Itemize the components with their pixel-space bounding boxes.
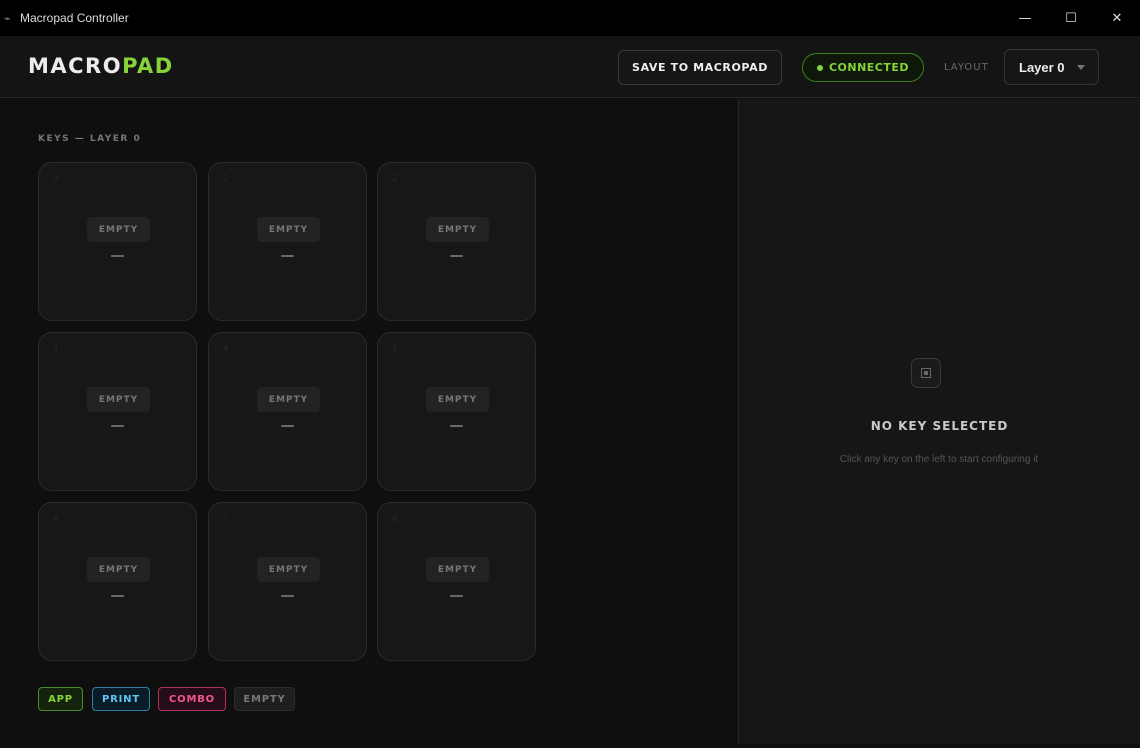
window-controls: — ☐ ✕ <box>1002 0 1140 36</box>
key-2[interactable]: 2 EMPTY — <box>377 162 536 321</box>
key-value: — <box>449 418 464 434</box>
key-type-tag: EMPTY <box>87 217 150 242</box>
key-6[interactable]: 6 EMPTY — <box>38 502 197 661</box>
key-8[interactable]: 8 EMPTY — <box>377 502 536 661</box>
key-value: — <box>110 418 125 434</box>
key-index: 4 <box>223 344 229 353</box>
key-index: 3 <box>53 344 59 353</box>
key-type-tag: EMPTY <box>426 387 489 412</box>
key-index: 5 <box>392 344 398 353</box>
logo-part-pad: PAD <box>122 54 174 78</box>
chevron-down-icon <box>1077 65 1085 70</box>
key-index: 8 <box>392 514 398 523</box>
no-key-selected-description: Click any key on the left to start confi… <box>839 454 1039 465</box>
app-header: MACROPAD SAVE TO MACROPAD CONNECTED LAYO… <box>0 36 1140 98</box>
maximize-button[interactable]: ☐ <box>1048 0 1094 36</box>
connection-status-badge: CONNECTED <box>802 53 924 82</box>
legend-print-badge: PRINT <box>92 687 150 711</box>
key-type-tag: EMPTY <box>257 557 320 582</box>
key-index: 0 <box>53 174 59 183</box>
key-index: 6 <box>53 514 59 523</box>
key-value: — <box>449 588 464 604</box>
key-value: — <box>449 248 464 264</box>
key-type-tag: EMPTY <box>426 217 489 242</box>
connection-status-label: CONNECTED <box>828 61 910 74</box>
key-type-tag: EMPTY <box>257 217 320 242</box>
key-placeholder-icon <box>911 358 941 388</box>
legend-empty-badge: EMPTY <box>234 687 295 711</box>
key-value: — <box>280 588 295 604</box>
logo-part-macro: MACRO <box>28 54 123 78</box>
layout-label: LAYOUT <box>944 62 989 73</box>
key-index: 7 <box>223 514 229 523</box>
window-title: Macropad Controller <box>20 11 129 25</box>
key-7[interactable]: 7 EMPTY — <box>208 502 367 661</box>
key-value: — <box>110 588 125 604</box>
key-5[interactable]: 5 EMPTY — <box>377 332 536 491</box>
key-value: — <box>110 248 125 264</box>
legend-app-badge: APP <box>38 687 83 711</box>
minimize-button[interactable]: — <box>1002 0 1048 36</box>
layer-select-value: Layer 0 <box>1019 59 1065 75</box>
key-type-tag: EMPTY <box>426 557 489 582</box>
key-0[interactable]: 0 EMPTY — <box>38 162 197 321</box>
key-detail-panel: NO KEY SELECTED Click any key on the lef… <box>738 99 1140 744</box>
key-value: — <box>280 248 295 264</box>
key-index: 2 <box>392 174 398 183</box>
title-bar: ⌁ Macropad Controller — ☐ ✕ <box>0 0 1140 36</box>
key-type-tag: EMPTY <box>87 557 150 582</box>
key-3[interactable]: 3 EMPTY — <box>38 332 197 491</box>
key-4[interactable]: 4 EMPTY — <box>208 332 367 491</box>
save-to-macropad-button[interactable]: SAVE TO MACROPAD <box>618 50 782 85</box>
key-1[interactable]: 1 EMPTY — <box>208 162 367 321</box>
app-logo: MACROPAD <box>28 54 174 78</box>
key-index: 1 <box>223 174 229 183</box>
key-type-tag: EMPTY <box>87 387 150 412</box>
legend-combo-badge: COMBO <box>158 687 226 711</box>
no-key-selected-title: NO KEY SELECTED <box>870 419 1009 433</box>
keys-panel: KEYS — LAYER 0 0 EMPTY — 1 EMPTY — 2 EMP… <box>0 99 738 744</box>
status-dot-icon <box>816 64 823 71</box>
key-type-tag: EMPTY <box>257 387 320 412</box>
key-value: — <box>280 418 295 434</box>
layer-select[interactable]: Layer 0 <box>1004 49 1099 85</box>
close-button[interactable]: ✕ <box>1094 0 1140 36</box>
app-icon: ⌁ <box>4 11 11 25</box>
keys-section-title: KEYS — LAYER 0 <box>38 134 142 144</box>
